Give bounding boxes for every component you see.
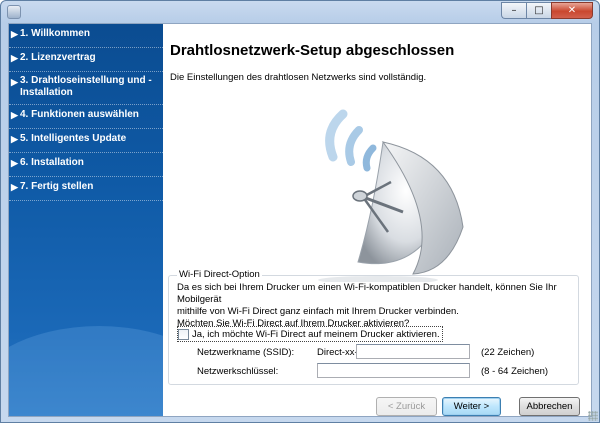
app-icon — [7, 5, 21, 19]
cancel-button[interactable]: Abbrechen — [519, 397, 580, 416]
arrow-right-icon: ▶ — [11, 77, 18, 87]
resize-grip[interactable] — [588, 411, 598, 421]
step-item-funktionen: ▶ 4. Funktionen auswählen — [9, 105, 163, 129]
step-label: 4. Funktionen auswählen — [20, 109, 139, 120]
step-item-willkommen: ▶ 1. Willkommen — [9, 24, 163, 48]
ssid-prefix: Direct-xx- — [317, 347, 358, 358]
description-line: Da es sich bei Ihrem Drucker um einen Wi… — [177, 282, 557, 305]
step-label: 3. Drahtloseinstellung und -Installation — [20, 75, 152, 98]
arrow-right-icon: ▶ — [11, 158, 18, 168]
network-key-hint: (8 - 64 Zeichen) — [481, 366, 549, 377]
step-item-lizenzvertrag: ▶ 2. Lizenzvertrag — [9, 48, 163, 72]
maximize-button[interactable]: □ — [526, 2, 551, 19]
installer-window: – □ ✕ ▶ 1. Willkommen ▶ 2. Lizenzvertrag ▶… — [0, 0, 600, 423]
arrow-right-icon: ▶ — [11, 29, 18, 39]
minimize-button[interactable]: – — [501, 2, 526, 19]
close-button[interactable]: ✕ — [551, 2, 593, 19]
title-bar[interactable]: – □ ✕ — [1, 1, 599, 23]
next-button[interactable]: Weiter > — [442, 397, 501, 416]
arrow-right-icon: ▶ — [11, 110, 18, 120]
wifi-direct-description: Da es sich bei Ihrem Drucker um einen Wi… — [177, 282, 575, 330]
arrow-right-icon: ▶ — [11, 53, 18, 63]
page-title: Drahtlosnetzwerk-Setup abgeschlossen — [170, 42, 455, 59]
step-label: 7. Fertig stellen — [20, 181, 94, 192]
ssid-input[interactable] — [356, 344, 470, 359]
network-key-label: Netzwerkschlüssel: — [197, 366, 279, 377]
step-item-update: ▶ 5. Intelligentes Update — [9, 129, 163, 153]
enable-wifi-direct-label[interactable]: Ja, ich möchte Wi-Fi Direct auf meinem D… — [192, 329, 440, 340]
step-label: 6. Installation — [20, 157, 84, 168]
step-sidebar: ▶ 1. Willkommen ▶ 2. Lizenzvertrag ▶ 3. Dra… — [9, 24, 163, 416]
arrow-right-icon: ▶ — [11, 134, 18, 144]
satellite-dish-icon — [318, 109, 464, 282]
back-button[interactable]: < Zurück — [376, 397, 437, 416]
step-item-fertig: ▶ 7. Fertig stellen — [9, 177, 163, 201]
arrow-right-icon: ▶ — [11, 182, 18, 192]
main-panel: Drahtlosnetzwerk-Setup abgeschlossen Die… — [163, 24, 591, 416]
step-label: 1. Willkommen — [20, 28, 90, 39]
ssid-label: Netzwerkname (SSID): — [197, 347, 295, 358]
description-line: mithilfe von Wi-Fi Direct ganz einfach m… — [177, 306, 459, 317]
network-key-input[interactable] — [317, 363, 470, 378]
step-item-drahtloseinstellung: ▶ 3. Drahtloseinstellung und -Installatio… — [9, 72, 163, 105]
ssid-hint: (22 Zeichen) — [481, 347, 535, 358]
wifi-direct-legend: Wi-Fi Direct-Option — [177, 269, 262, 280]
step-list: ▶ 1. Willkommen ▶ 2. Lizenzvertrag ▶ 3. Dra… — [9, 24, 163, 201]
enable-wifi-direct-checkbox[interactable] — [178, 328, 189, 340]
step-item-installation: ▶ 6. Installation — [9, 153, 163, 177]
step-label: 2. Lizenzvertrag — [20, 52, 96, 63]
client-area: ▶ 1. Willkommen ▶ 2. Lizenzvertrag ▶ 3. Dra… — [8, 23, 592, 417]
wifi-direct-option-group: Wi-Fi Direct-Option Da es sich bei Ihrem… — [168, 269, 579, 385]
page-subtitle: Die Einstellungen des drahtlosen Netzwer… — [170, 72, 427, 83]
enable-wifi-direct-checkbox-row[interactable]: Ja, ich möchte Wi-Fi Direct auf meinem D… — [177, 326, 443, 342]
step-label: 5. Intelligentes Update — [20, 133, 127, 144]
window-controls: – □ ✕ — [501, 2, 593, 20]
